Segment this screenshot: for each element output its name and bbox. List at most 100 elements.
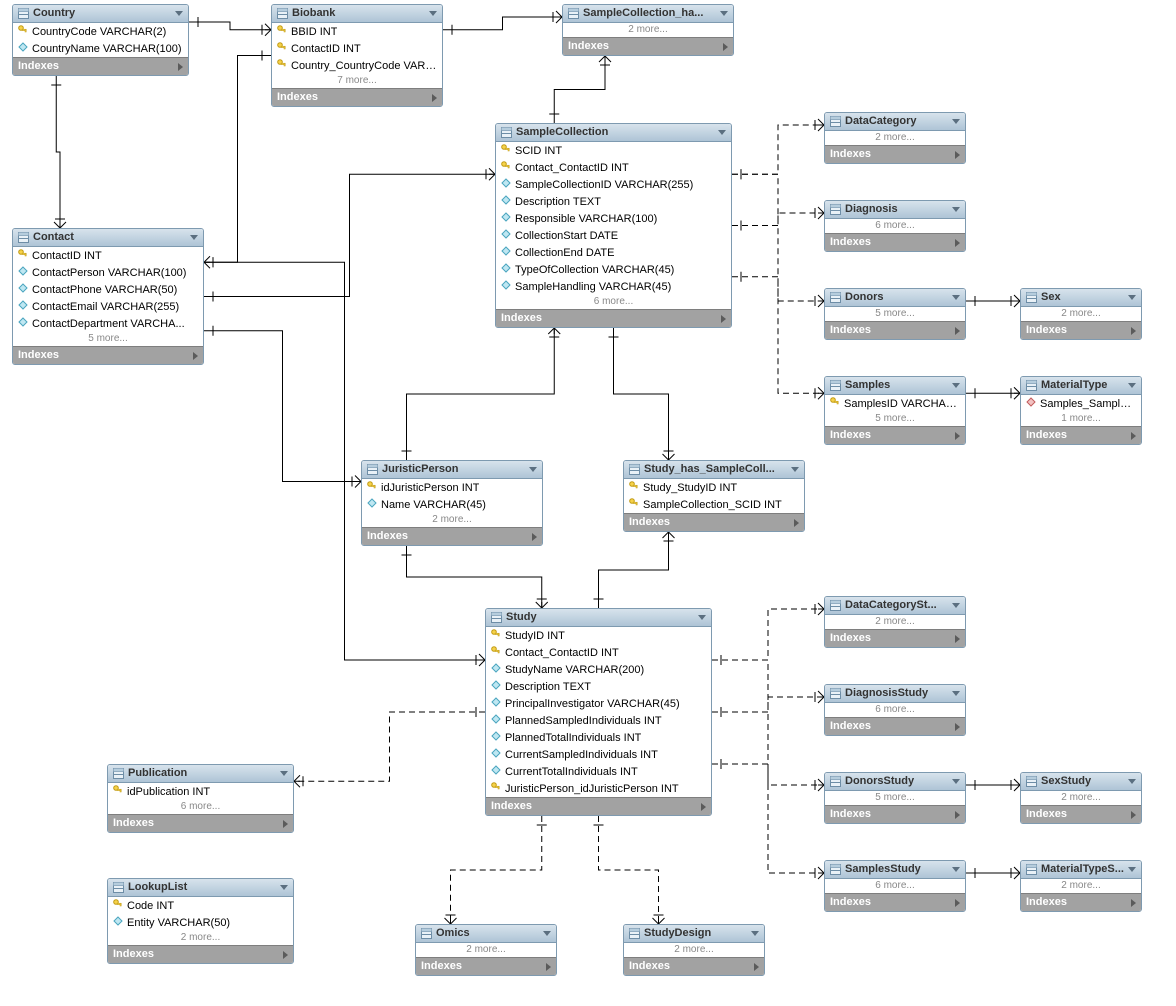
indexes-toggle[interactable]: Indexes: [486, 797, 711, 815]
column-row[interactable]: ContactPhone VARCHAR(50): [13, 281, 203, 298]
entity-title[interactable]: DonorsStudy: [825, 773, 965, 791]
indexes-toggle[interactable]: Indexes: [1021, 805, 1141, 823]
column-row[interactable]: idJuristicPerson INT: [362, 479, 542, 496]
entity-studydesign[interactable]: StudyDesign2 more...Indexes: [623, 924, 765, 976]
entity-juristicperson[interactable]: JuristicPersonidJuristicPerson INTName V…: [361, 460, 543, 546]
column-row[interactable]: Name VARCHAR(45): [362, 496, 542, 513]
indexes-toggle[interactable]: Indexes: [1021, 321, 1141, 339]
indexes-toggle[interactable]: Indexes: [825, 145, 965, 163]
chevron-down-icon[interactable]: [543, 931, 551, 936]
entity-title[interactable]: JuristicPerson: [362, 461, 542, 479]
entity-title[interactable]: Study: [486, 609, 711, 627]
entity-materialtype[interactable]: MaterialTypeSamples_SamplesI...1 more...…: [1020, 376, 1142, 445]
chevron-down-icon[interactable]: [952, 603, 960, 608]
entity-title[interactable]: Donors: [825, 289, 965, 307]
entity-study[interactable]: StudyStudyID INTContact_ContactID INTStu…: [485, 608, 712, 816]
entity-donors[interactable]: Donors5 more...Indexes: [824, 288, 966, 340]
more-columns-label[interactable]: 2 more...: [1021, 307, 1141, 321]
more-columns-label[interactable]: 6 more...: [825, 879, 965, 893]
chevron-down-icon[interactable]: [175, 11, 183, 16]
column-row[interactable]: JuristicPerson_idJuristicPerson INT: [486, 780, 711, 797]
indexes-toggle[interactable]: Indexes: [624, 957, 764, 975]
column-row[interactable]: SampleCollection_SCID INT: [624, 496, 804, 513]
chevron-down-icon[interactable]: [429, 11, 437, 16]
more-columns-label[interactable]: 2 more...: [108, 931, 293, 945]
column-row[interactable]: idPublication INT: [108, 783, 293, 800]
column-row[interactable]: SampleCollectionID VARCHAR(255): [496, 176, 731, 193]
column-row[interactable]: PlannedSampledIndividuals INT: [486, 712, 711, 729]
entity-lookuplist[interactable]: LookupListCode INTEntity VARCHAR(50)2 mo…: [107, 878, 294, 964]
column-row[interactable]: Samples_SamplesI...: [1021, 395, 1141, 412]
er-diagram-canvas[interactable]: CountryCountryCode VARCHAR(2)CountryName…: [0, 0, 1176, 1006]
chevron-down-icon[interactable]: [280, 771, 288, 776]
chevron-down-icon[interactable]: [1128, 383, 1136, 388]
entity-contact[interactable]: ContactContactID INTContactPerson VARCHA…: [12, 228, 204, 365]
indexes-toggle[interactable]: Indexes: [825, 805, 965, 823]
column-row[interactable]: ContactEmail VARCHAR(255): [13, 298, 203, 315]
chevron-down-icon[interactable]: [1128, 779, 1136, 784]
entity-samplesstudy[interactable]: SamplesStudy6 more...Indexes: [824, 860, 966, 912]
entity-title[interactable]: SexStudy: [1021, 773, 1141, 791]
chevron-down-icon[interactable]: [751, 931, 759, 936]
chevron-down-icon[interactable]: [190, 235, 198, 240]
entity-samples[interactable]: SamplesSamplesID VARCHAR(45)5 more...Ind…: [824, 376, 966, 445]
entity-country[interactable]: CountryCountryCode VARCHAR(2)CountryName…: [12, 4, 189, 76]
indexes-toggle[interactable]: Indexes: [825, 717, 965, 735]
column-row[interactable]: ContactID INT: [272, 40, 442, 57]
entity-biobank[interactable]: BiobankBBID INTContactID INTCountry_Coun…: [271, 4, 443, 107]
column-row[interactable]: SCID INT: [496, 142, 731, 159]
more-columns-label[interactable]: 2 more...: [1021, 791, 1141, 805]
column-row[interactable]: BBID INT: [272, 23, 442, 40]
entity-title[interactable]: Diagnosis: [825, 201, 965, 219]
chevron-down-icon[interactable]: [952, 867, 960, 872]
entity-title[interactable]: Country: [13, 5, 188, 23]
column-row[interactable]: Contact_ContactID INT: [496, 159, 731, 176]
indexes-toggle[interactable]: Indexes: [362, 527, 542, 545]
column-row[interactable]: CountryName VARCHAR(100): [13, 40, 188, 57]
column-row[interactable]: Description TEXT: [496, 193, 731, 210]
column-row[interactable]: Entity VARCHAR(50): [108, 914, 293, 931]
column-row[interactable]: CurrentSampledIndividuals INT: [486, 746, 711, 763]
chevron-down-icon[interactable]: [952, 295, 960, 300]
entity-title[interactable]: Omics: [416, 925, 556, 943]
entity-title[interactable]: Biobank: [272, 5, 442, 23]
indexes-toggle[interactable]: Indexes: [825, 233, 965, 251]
entity-title[interactable]: LookupList: [108, 879, 293, 897]
column-row[interactable]: Code INT: [108, 897, 293, 914]
chevron-down-icon[interactable]: [952, 691, 960, 696]
entity-materialtypes[interactable]: MaterialTypeS...2 more...Indexes: [1020, 860, 1142, 912]
indexes-toggle[interactable]: Indexes: [13, 57, 188, 75]
column-row[interactable]: PrincipalInvestigator VARCHAR(45): [486, 695, 711, 712]
more-columns-label[interactable]: 5 more...: [825, 307, 965, 321]
chevron-down-icon[interactable]: [1128, 295, 1136, 300]
more-columns-label[interactable]: 2 more...: [416, 943, 556, 957]
entity-publication[interactable]: PublicationidPublication INT6 more...Ind…: [107, 764, 294, 833]
chevron-down-icon[interactable]: [280, 885, 288, 890]
entity-sexstudy[interactable]: SexStudy2 more...Indexes: [1020, 772, 1142, 824]
chevron-down-icon[interactable]: [698, 615, 706, 620]
entity-diagnosis[interactable]: Diagnosis6 more...Indexes: [824, 200, 966, 252]
more-columns-label[interactable]: 6 more...: [496, 295, 731, 309]
column-row[interactable]: Responsible VARCHAR(100): [496, 210, 731, 227]
entity-datacategory[interactable]: DataCategory2 more...Indexes: [824, 112, 966, 164]
column-row[interactable]: StudyID INT: [486, 627, 711, 644]
entity-title[interactable]: MaterialType: [1021, 377, 1141, 395]
column-row[interactable]: ContactID INT: [13, 247, 203, 264]
more-columns-label[interactable]: 6 more...: [825, 703, 965, 717]
chevron-down-icon[interactable]: [1128, 867, 1136, 872]
column-row[interactable]: CountryCode VARCHAR(2): [13, 23, 188, 40]
column-row[interactable]: PlannedTotalIndividuals INT: [486, 729, 711, 746]
entity-omics[interactable]: Omics2 more...Indexes: [415, 924, 557, 976]
more-columns-label[interactable]: 2 more...: [362, 513, 542, 527]
more-columns-label[interactable]: 6 more...: [108, 800, 293, 814]
chevron-down-icon[interactable]: [718, 130, 726, 135]
indexes-toggle[interactable]: Indexes: [1021, 893, 1141, 911]
column-row[interactable]: ContactDepartment VARCHA...: [13, 315, 203, 332]
entity-study_has_samplecoll[interactable]: Study_has_SampleColl...Study_StudyID INT…: [623, 460, 805, 532]
entity-title[interactable]: Contact: [13, 229, 203, 247]
column-row[interactable]: Country_CountryCode VARCHA...: [272, 57, 442, 74]
column-row[interactable]: CurrentTotalIndividuals INT: [486, 763, 711, 780]
indexes-toggle[interactable]: Indexes: [825, 893, 965, 911]
indexes-toggle[interactable]: Indexes: [1021, 426, 1141, 444]
chevron-down-icon[interactable]: [952, 779, 960, 784]
